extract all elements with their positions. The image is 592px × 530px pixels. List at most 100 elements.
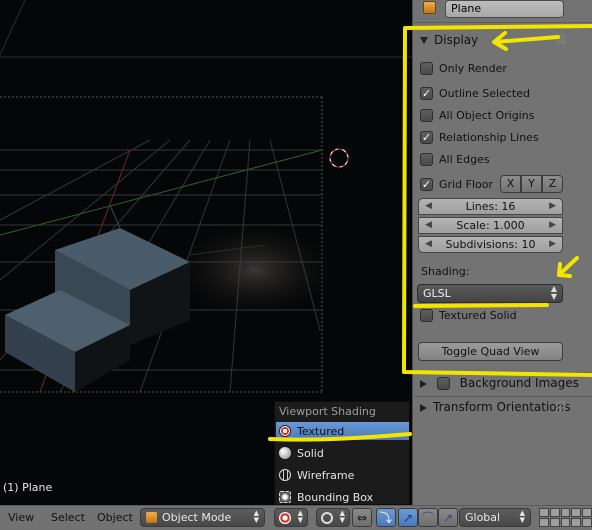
object-data-icon (423, 1, 436, 14)
grid-scale-field[interactable]: ◀ Scale: 1.000 ▶ (418, 217, 563, 234)
active-object-label: (1) Plane (3, 481, 53, 494)
center-points-icon: ⇔ (356, 510, 368, 525)
transform-orientations-title: Transform Orientations (433, 400, 571, 414)
layer-button[interactable] (582, 508, 592, 517)
checkbox-relationship-lines[interactable]: ✓ Relationship Lines (420, 131, 539, 144)
shading-label: Shading: (421, 265, 470, 278)
layer-buttons[interactable] (539, 508, 592, 527)
display-section-title: Display (434, 33, 479, 47)
scale-manipulator-button[interactable]: ↗ (438, 508, 458, 527)
menu-item-bounding-box[interactable]: Bounding Box (276, 488, 409, 506)
menu-item-label: Textured (297, 424, 345, 438)
display-section-header[interactable]: Display (420, 33, 478, 47)
checkbox-box[interactable] (420, 309, 433, 322)
pivot-point-selector[interactable]: ▲ ▼ (316, 508, 350, 527)
checkbox-label: Grid Floor (439, 178, 493, 191)
increment-arrow-icon[interactable]: ▶ (549, 218, 556, 233)
menu-item-textured[interactable]: Textured (276, 422, 409, 440)
menu-item-wireframe[interactable]: Wireframe (276, 466, 409, 484)
dropdown-arrows-icon: ▲ ▼ (253, 509, 259, 524)
viewport-shading-selector[interactable]: ▲ ▼ (274, 508, 308, 527)
transform-manipulator-toggle[interactable]: ⤵ (376, 508, 396, 527)
checkbox-box[interactable] (420, 62, 433, 75)
drag-handle-icon[interactable] (556, 401, 566, 411)
increment-arrow-icon[interactable]: ▶ (549, 199, 556, 214)
menu-view[interactable]: View (8, 511, 34, 524)
mode-label: Object Mode (162, 511, 232, 524)
checkbox-grid-floor[interactable]: ✓ Grid Floor (420, 178, 493, 191)
layer-button[interactable] (571, 508, 582, 517)
checkbox-label: Only Render (439, 62, 507, 75)
checkbox-box[interactable] (420, 109, 433, 122)
checkbox-box[interactable] (420, 153, 433, 166)
decrement-arrow-icon[interactable]: ◀ (425, 237, 432, 252)
expand-triangle-icon (420, 403, 427, 412)
checkbox-textured-solid[interactable]: Textured Solid (420, 309, 517, 322)
textured-shading-icon (279, 512, 291, 524)
grid-subdivisions-field[interactable]: ◀ Subdivisions: 10 ▶ (418, 236, 563, 253)
checkbox-label: All Edges (439, 153, 490, 166)
transform-orientations-header[interactable]: Transform Orientations (420, 400, 571, 414)
menu-object[interactable]: Object (97, 511, 133, 524)
manipulate-center-points-button[interactable]: ⇔ (352, 508, 372, 527)
grid-lines-value: Lines: 16 (465, 200, 516, 213)
checkbox-all-edges[interactable]: All Edges (420, 153, 490, 166)
menu-title: Viewport Shading (279, 405, 376, 418)
checkbox-all-object-origins[interactable]: All Object Origins (420, 109, 534, 122)
toggle-quad-view-button[interactable]: Toggle Quad View (418, 342, 563, 361)
solid-shading-icon (279, 447, 291, 459)
layer-button[interactable] (571, 518, 582, 527)
checkbox-box-checked[interactable]: ✓ (420, 87, 433, 100)
decrement-arrow-icon[interactable]: ◀ (425, 199, 432, 214)
checkbox-label: Outline Selected (439, 87, 530, 100)
layer-button[interactable] (539, 518, 549, 527)
orientation-label: Global (465, 511, 501, 524)
background-images-title: Background Images (459, 376, 579, 390)
shading-dropdown[interactable]: GLSL ▲ ▼ (417, 284, 563, 303)
rotate-manipulator-button[interactable]: ⌒ (418, 508, 438, 527)
layer-button[interactable] (560, 518, 571, 527)
dropdown-arrows-icon: ▲ ▼ (297, 509, 303, 524)
menu-item-solid[interactable]: Solid (276, 444, 409, 462)
layer-button[interactable] (549, 518, 560, 527)
divider (412, 372, 592, 373)
checkbox-box[interactable] (436, 377, 450, 390)
collapse-triangle-icon (420, 37, 428, 44)
transform-orientation-selector[interactable]: Global ▲ ▼ (459, 508, 531, 527)
3d-view-header: View Select Object Object Mode ▲ ▼ ▲ ▼ ▲ ▼ … (0, 505, 592, 530)
menu-item-label: Bounding Box (297, 490, 374, 504)
textured-shading-icon (279, 425, 291, 437)
object-mode-icon (146, 512, 157, 523)
grid-lines-field[interactable]: ◀ Lines: 16 ▶ (418, 198, 563, 215)
menu-item-label: Wireframe (297, 468, 355, 482)
translate-arrow-icon: ↗ (402, 510, 414, 525)
axis-y-toggle[interactable]: Y (521, 175, 542, 193)
manipulator-icon: ⤵ (379, 511, 392, 525)
toggle-quad-view-label: Toggle Quad View (441, 345, 540, 358)
layer-button[interactable] (582, 518, 592, 527)
grid-subdivisions-value: Subdivisions: 10 (445, 238, 536, 251)
menu-item-label: Solid (297, 446, 324, 460)
checkbox-box-checked[interactable]: ✓ (420, 131, 433, 144)
background-images-header[interactable]: Background Images (420, 376, 579, 390)
wireframe-shading-icon (279, 469, 291, 481)
decrement-arrow-icon[interactable]: ◀ (425, 218, 432, 233)
dropdown-arrows-icon: ▲ ▼ (339, 509, 345, 524)
checkbox-outline-selected[interactable]: ✓ Outline Selected (420, 87, 530, 100)
axis-x-toggle[interactable]: X (500, 175, 521, 193)
axis-z-toggle[interactable]: Z (542, 175, 563, 193)
increment-arrow-icon[interactable]: ▶ (549, 237, 556, 252)
object-name-field[interactable]: Plane (445, 0, 564, 18)
dropdown-arrows-icon: ▲ ▼ (519, 509, 525, 524)
layer-button[interactable] (560, 508, 571, 517)
translate-manipulator-button[interactable]: ↗ (398, 508, 418, 527)
menu-select[interactable]: Select (51, 511, 85, 524)
checkbox-label: All Object Origins (439, 109, 535, 122)
layer-button[interactable] (539, 508, 549, 517)
checkbox-label: Relationship Lines (439, 131, 539, 144)
layer-button[interactable] (549, 508, 560, 517)
drag-handle-icon[interactable] (556, 34, 566, 44)
checkbox-box-checked[interactable]: ✓ (420, 178, 433, 191)
checkbox-only-render[interactable]: Only Render (420, 62, 507, 75)
mode-selector[interactable]: Object Mode ▲ ▼ (140, 508, 265, 527)
